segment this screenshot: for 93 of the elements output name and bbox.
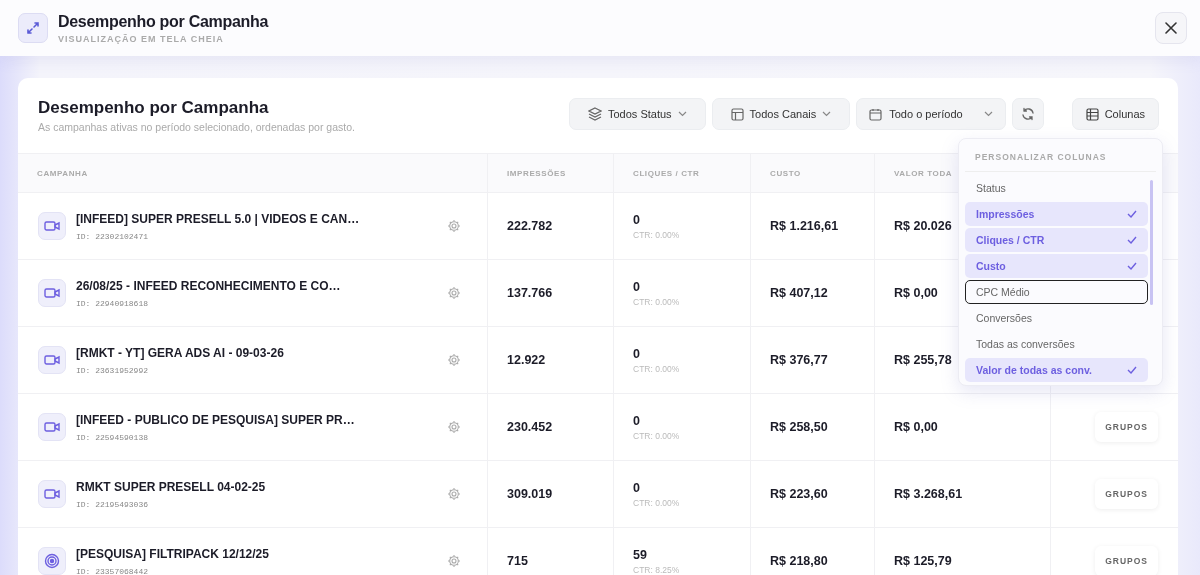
- campaign-name[interactable]: [RMKT - YT] GERA ADS AI - 09-03-26: [76, 345, 447, 360]
- column-option[interactable]: Todas as conversões: [965, 332, 1148, 356]
- check-icon: [1127, 210, 1137, 218]
- caret-icon: [677, 111, 687, 117]
- check-icon: [1127, 366, 1137, 374]
- video-camera-icon: [38, 279, 66, 307]
- column-header: IMPRESSÕES: [488, 154, 614, 192]
- table-cell: 0: [633, 346, 640, 361]
- filter-dropdown[interactable]: Todo o período: [856, 98, 1006, 130]
- calendar-icon: [869, 107, 883, 121]
- layout-icon: [730, 107, 744, 121]
- settings-icon[interactable]: [447, 219, 461, 233]
- video-camera-icon: [38, 480, 66, 508]
- menu-title: PERSONALIZAR COLUNAS: [965, 139, 1156, 172]
- table-cell: R$ 376,77: [770, 353, 828, 367]
- refresh-icon: [1020, 107, 1035, 121]
- campaign-id: ID: 23357068442: [76, 566, 149, 575]
- ctr-text: CTR: 0.00%: [633, 497, 680, 508]
- caret-icon: [822, 111, 832, 117]
- page-title: Desempenho por Campanha: [58, 12, 270, 31]
- close-icon: [1165, 22, 1177, 34]
- campaign-name[interactable]: RMKT SUPER PRESELL 04-02-25: [76, 479, 447, 494]
- target-icon: [38, 547, 66, 575]
- layers-icon: [588, 107, 602, 121]
- card-subtitle: As campanhas ativas no período selecionado, ordenadas por gasto.: [38, 121, 355, 134]
- campaign-id: ID: 22195493036: [76, 499, 149, 509]
- column-option[interactable]: Valor de todas as conv.: [965, 358, 1148, 382]
- table-cell: R$ 255,78: [894, 353, 952, 367]
- groups-button[interactable]: GRUPOS: [1095, 479, 1158, 509]
- ctr-text: CTR: 0.00%: [633, 296, 680, 307]
- table-cell: R$ 218,80: [770, 554, 828, 568]
- columns-button[interactable]: Colunas: [1071, 98, 1159, 130]
- settings-icon[interactable]: [447, 420, 461, 434]
- table-cell: 230.452: [507, 420, 553, 434]
- check-icon: [1127, 236, 1137, 244]
- video-camera-icon: [38, 413, 66, 441]
- table-cell: 137.766: [507, 286, 553, 300]
- caret-icon: [983, 111, 993, 117]
- expand-icon[interactable]: [18, 13, 48, 43]
- table-cell: R$ 407,12: [770, 286, 828, 300]
- table-cell: 59: [633, 547, 647, 562]
- column-option[interactable]: Conversões: [965, 306, 1148, 330]
- table-cell: 0: [633, 212, 640, 227]
- campaign-id: ID: 23631952992: [76, 365, 149, 375]
- campaign-id: ID: 22594590138: [76, 432, 149, 442]
- table-cell: R$ 3.268,61: [894, 487, 963, 501]
- column-option[interactable]: Cliques / CTR: [965, 228, 1148, 252]
- check-icon: [1127, 262, 1137, 270]
- table-icon: [1085, 107, 1099, 121]
- page-subtitle: VISUALIZAÇÃO EM TELA CHEIA: [58, 33, 225, 44]
- table-cell: 309.019: [507, 487, 553, 501]
- settings-icon[interactable]: [447, 554, 461, 568]
- table-cell: 12.922: [507, 353, 546, 367]
- table-cell: R$ 223,60: [770, 487, 828, 501]
- table-cell: R$ 258,50: [770, 420, 828, 434]
- filter-dropdown[interactable]: Todos Canais: [711, 98, 851, 130]
- settings-icon[interactable]: [447, 353, 461, 367]
- table-cell: 0: [633, 279, 640, 294]
- ctr-text: CTR: 0.00%: [633, 363, 680, 374]
- column-header: CAMPANHA: [18, 154, 488, 192]
- table-cell: 0: [633, 413, 640, 428]
- column-option[interactable]: Impressões: [965, 202, 1148, 226]
- column-option[interactable]: Custo: [965, 254, 1148, 278]
- campaign-id: ID: 22302102471: [76, 231, 149, 241]
- column-option[interactable]: CPC Médio: [965, 280, 1148, 304]
- table-cell: R$ 1.216,61: [770, 219, 839, 233]
- campaign-name[interactable]: [INFEED - PUBLICO DE PESQUISA] SUPER PR…: [76, 412, 447, 427]
- filter-dropdown[interactable]: Todos Status: [569, 98, 706, 130]
- table-cell: 715: [507, 554, 528, 568]
- table-cell: 0: [633, 480, 640, 495]
- column-header: CUSTO: [751, 154, 875, 192]
- ctr-text: CTR: 0.00%: [633, 229, 680, 240]
- refresh-button[interactable]: [1011, 98, 1044, 130]
- card-title: Desempenho por Campanha: [38, 98, 270, 119]
- video-camera-icon: [38, 212, 66, 240]
- table-cell: R$ 0,00: [894, 286, 938, 300]
- table-cell: R$ 125,79: [894, 554, 952, 568]
- settings-icon[interactable]: [447, 487, 461, 501]
- close-button[interactable]: [1155, 12, 1187, 44]
- settings-icon[interactable]: [447, 286, 461, 300]
- groups-button[interactable]: GRUPOS: [1095, 546, 1158, 575]
- groups-button[interactable]: GRUPOS: [1095, 412, 1158, 442]
- table-cell: R$ 20.026: [894, 219, 952, 233]
- campaign-name[interactable]: 26/08/25 - INFEED RECONHECIMENTO E CO…: [76, 278, 447, 293]
- column-header: CLIQUES / CTR: [614, 154, 751, 192]
- ctr-text: CTR: 8.25%: [633, 564, 680, 575]
- campaign-name[interactable]: [INFEED] SUPER PRESELL 5.0 | VIDEOS E CAN…: [76, 211, 447, 226]
- table-cell: 222.782: [507, 219, 553, 233]
- video-camera-icon: [38, 346, 66, 374]
- table-cell: R$ 0,00: [894, 420, 938, 434]
- ctr-text: CTR: 0.00%: [633, 430, 680, 441]
- campaign-id: ID: 22940918618: [76, 298, 149, 308]
- campaign-name[interactable]: [PESQUISA] FILTRIPACK 12/12/25: [76, 546, 447, 561]
